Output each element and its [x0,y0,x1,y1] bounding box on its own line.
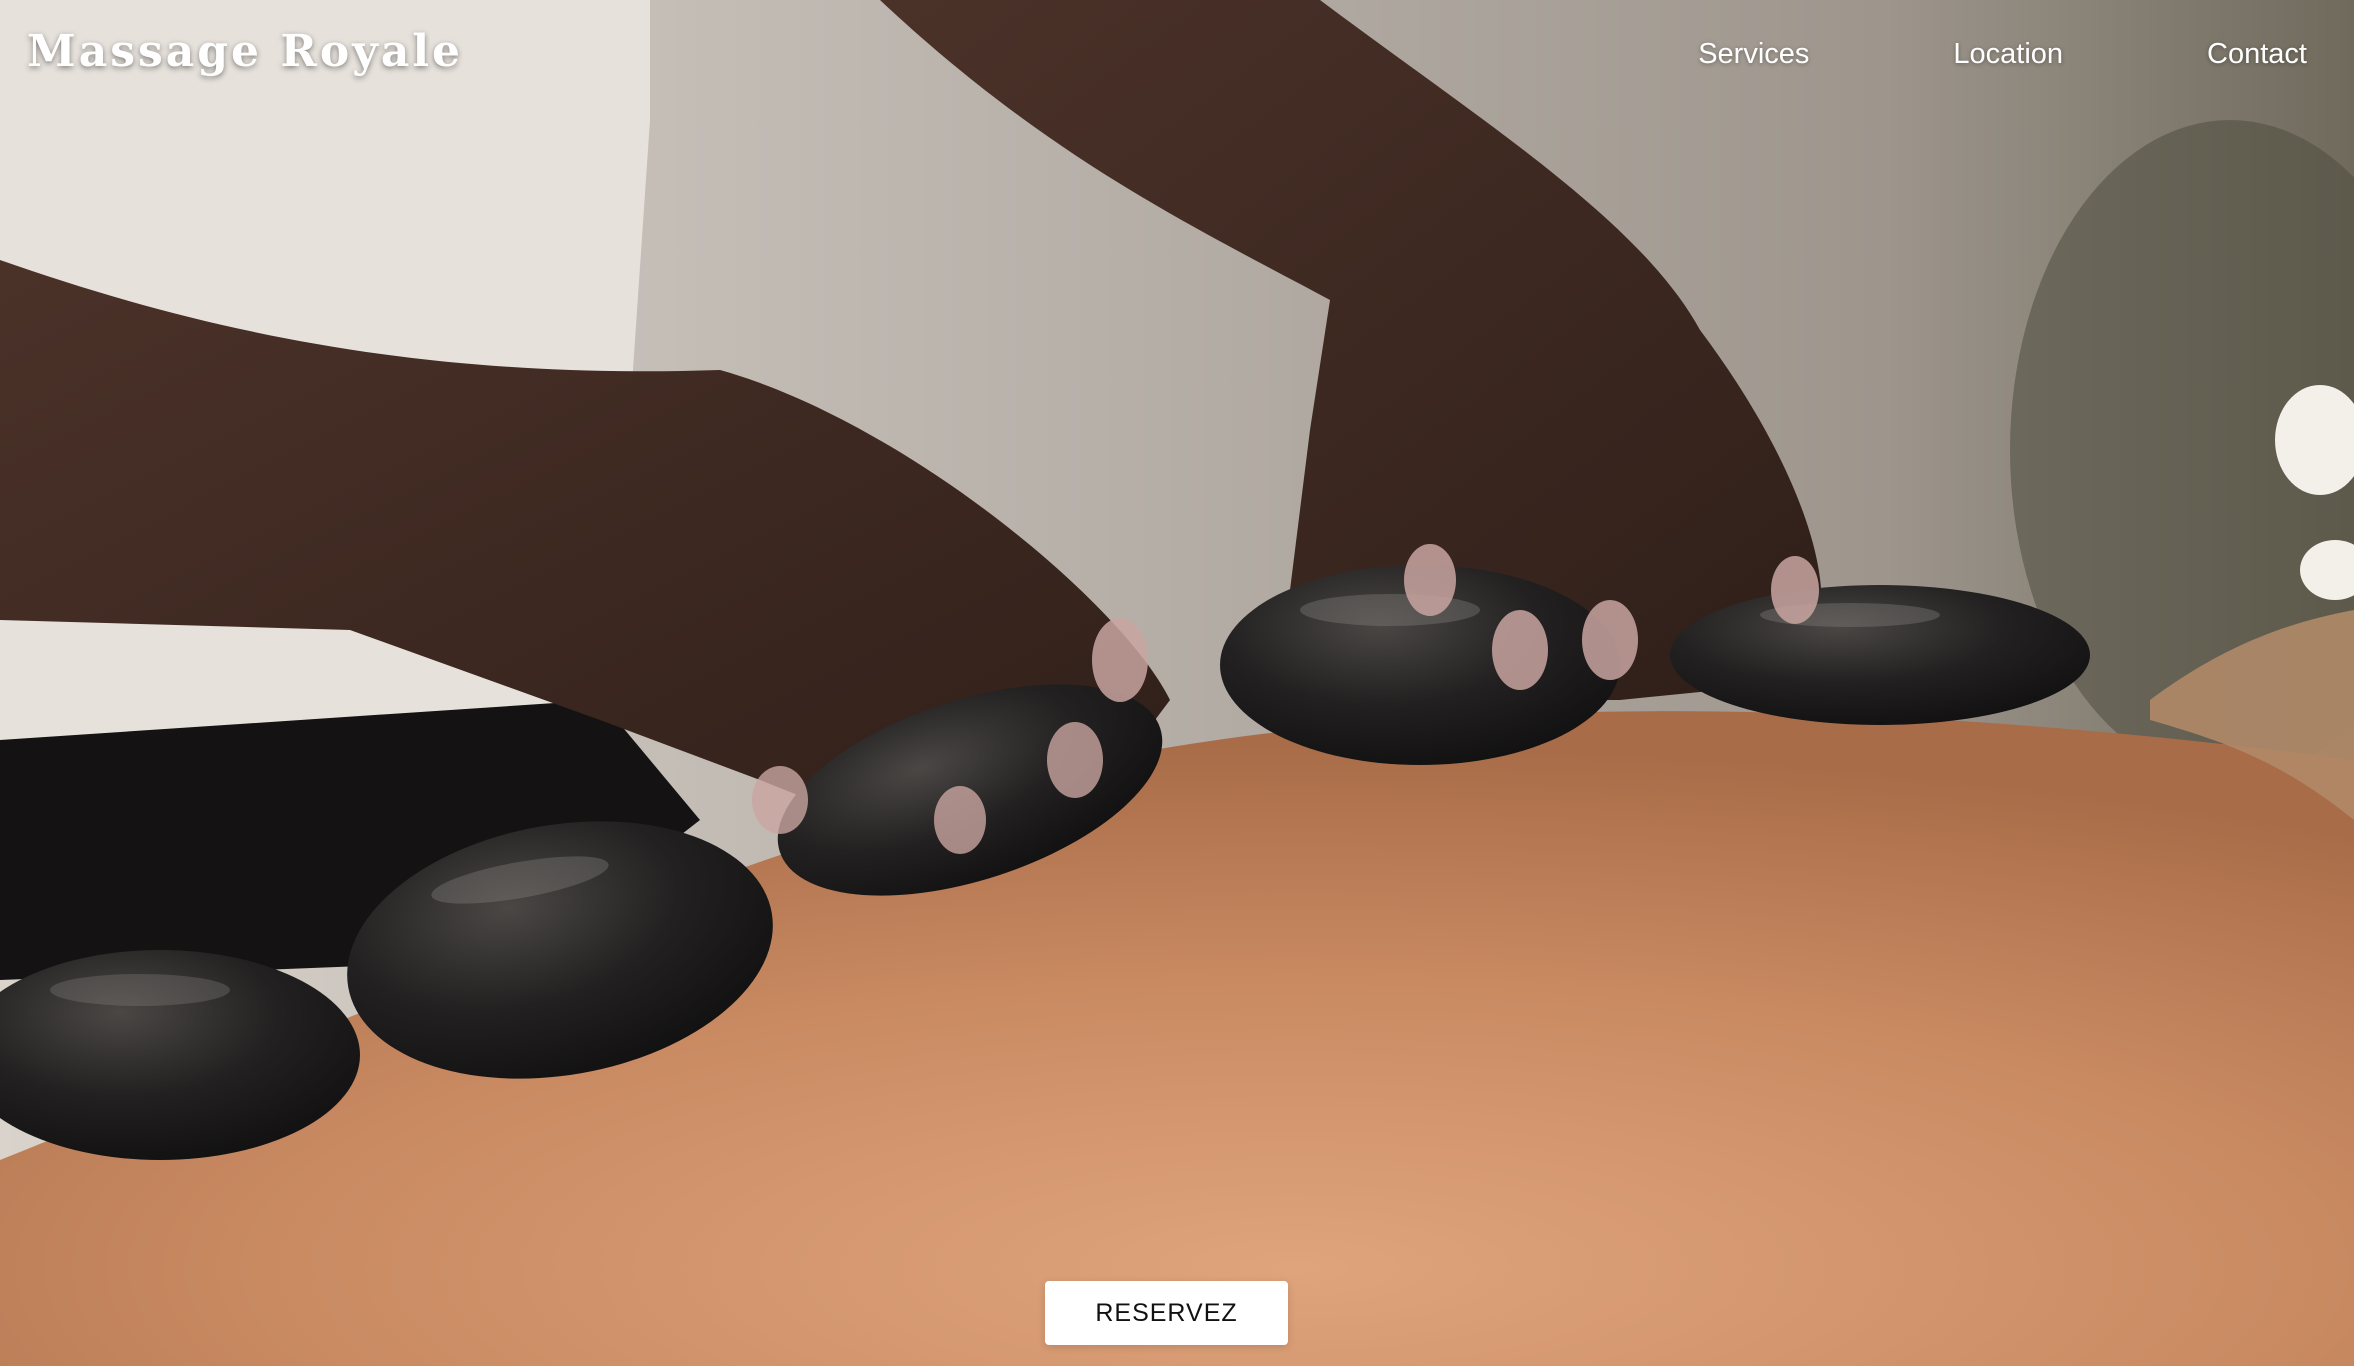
nav-item-contact[interactable]: Contact [2207,38,2307,71]
hot-stone-massage-photo [0,0,2354,1366]
reserve-button[interactable]: RESERVEZ [1045,1281,1288,1345]
nav-item-services[interactable]: Services [1698,38,1809,71]
main-nav: Services Location Contact [1698,38,2307,71]
hero-section: Massage Royale Services Location Contact… [0,0,2354,1366]
site-logo[interactable]: Massage Royale [27,26,463,77]
nav-item-location[interactable]: Location [1953,38,2063,71]
